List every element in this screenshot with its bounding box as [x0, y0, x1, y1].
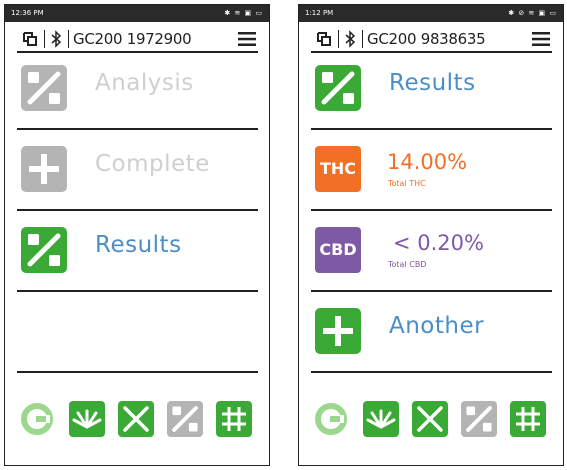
refresh-icon[interactable] — [19, 401, 55, 437]
results-header-row[interactable]: Results — [299, 47, 563, 127]
divider — [17, 290, 258, 292]
status-bar: 1:12 PM ✱ ⊘ ≋ ▣ ▭ — [299, 5, 563, 22]
another-label: Another — [389, 313, 485, 339]
menu-item-complete[interactable]: Complete — [5, 128, 269, 208]
sun-icon[interactable] — [363, 401, 399, 437]
cbd-value: < 0.20% — [393, 231, 484, 255]
connect-icon[interactable] — [21, 30, 39, 48]
divider — [17, 371, 258, 373]
status-icons: ✱ ⊘ ≋ ▣ ▭ — [508, 9, 557, 17]
device-id: GC200 1972900 — [73, 30, 192, 48]
percent-icon — [21, 227, 67, 273]
percent-icon — [315, 65, 361, 111]
percent-icon — [21, 65, 67, 111]
bluetooth-icon[interactable] — [49, 30, 63, 48]
connect-icon[interactable] — [315, 30, 333, 48]
percent-icon[interactable] — [461, 401, 497, 437]
results-label: Results — [389, 70, 476, 96]
refresh-icon[interactable] — [313, 401, 349, 437]
cbd-result-row: CBD < 0.20% Total CBD — [299, 209, 563, 289]
menu-item-label: Complete — [95, 151, 210, 177]
cbd-caption: Total CBD — [388, 260, 427, 269]
cbd-badge: CBD — [315, 227, 361, 273]
thc-value: 14.00% — [387, 150, 468, 174]
header-separator — [338, 30, 339, 48]
grid-icon[interactable] — [510, 401, 546, 437]
another-test-button[interactable]: Another — [299, 290, 563, 370]
thc-result-row: THC 14.00% Total THC — [299, 128, 563, 208]
menu-item-results[interactable]: Results — [5, 209, 269, 289]
sun-icon[interactable] — [69, 401, 105, 437]
header-separator — [362, 30, 363, 48]
right-phone-screen: 1:12 PM ✱ ⊘ ≋ ▣ ▭ GC200 9838635 Results … — [298, 4, 564, 466]
cross-icon[interactable] — [118, 401, 154, 437]
left-phone-screen: 12:36 PM ✱ ≋ ▣ ▭ GC200 1972900 Analysis … — [4, 4, 270, 466]
menu-item-analysis[interactable]: Analysis — [5, 47, 269, 127]
status-bar: 12:36 PM ✱ ≋ ▣ ▭ — [5, 5, 269, 22]
header-separator — [44, 30, 45, 48]
plus-icon — [315, 308, 361, 354]
hamburger-menu-icon[interactable] — [238, 31, 256, 47]
divider — [311, 371, 552, 373]
menu-item-label: Results — [95, 232, 182, 258]
status-time: 12:36 PM — [11, 9, 44, 17]
status-time: 1:12 PM — [305, 9, 334, 17]
hamburger-menu-icon[interactable] — [532, 31, 550, 47]
plus-icon — [21, 146, 67, 192]
grid-icon[interactable] — [216, 401, 252, 437]
menu-item-label: Analysis — [95, 70, 194, 96]
bluetooth-icon[interactable] — [343, 30, 357, 48]
status-icons: ✱ ≋ ▣ ▭ — [224, 9, 263, 17]
cross-icon[interactable] — [412, 401, 448, 437]
thc-caption: Total THC — [388, 179, 426, 188]
thc-badge: THC — [315, 146, 361, 192]
header-separator — [68, 30, 69, 48]
device-id: GC200 9838635 — [367, 30, 486, 48]
percent-icon[interactable] — [167, 401, 203, 437]
